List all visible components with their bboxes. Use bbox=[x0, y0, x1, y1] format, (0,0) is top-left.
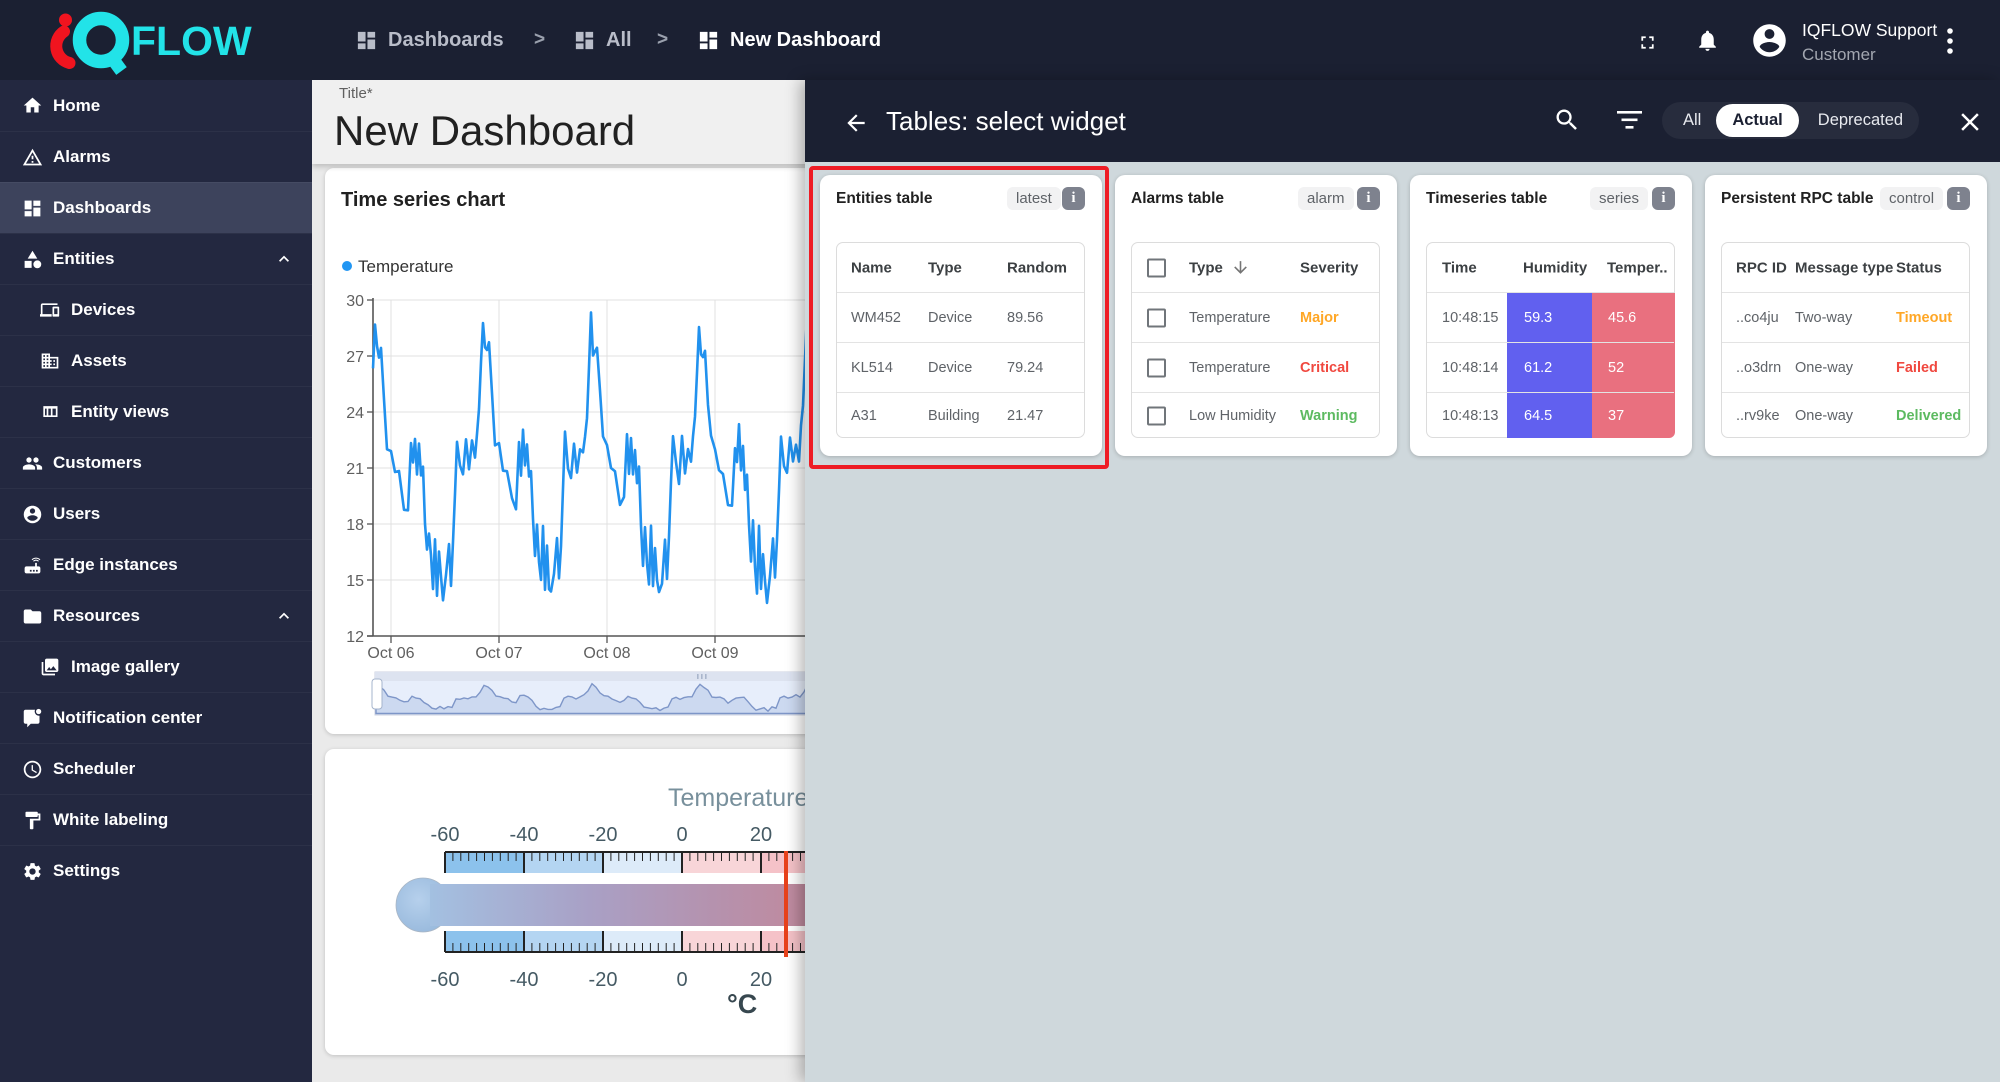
svg-text:Time series chart: Time series chart bbox=[341, 189, 506, 211]
svg-text:°C: °C bbox=[727, 989, 757, 1019]
svg-text:21: 21 bbox=[346, 461, 364, 478]
svg-text:-60: -60 bbox=[431, 824, 460, 846]
svg-text:20: 20 bbox=[750, 969, 772, 991]
svg-text:-60: -60 bbox=[431, 969, 460, 991]
svg-text:-40: -40 bbox=[510, 824, 539, 846]
svg-text:15: 15 bbox=[346, 573, 364, 590]
svg-text:FLOW: FLOW bbox=[131, 18, 252, 64]
svg-text:Temperature: Temperature bbox=[668, 784, 808, 812]
svg-text:18: 18 bbox=[346, 517, 364, 534]
svg-text:-40: -40 bbox=[510, 969, 539, 991]
svg-text:Temperature: Temperature bbox=[358, 257, 453, 276]
svg-text:Oct 07: Oct 07 bbox=[475, 645, 522, 662]
svg-text:20: 20 bbox=[750, 824, 772, 846]
svg-text:-20: -20 bbox=[589, 969, 618, 991]
svg-text:24: 24 bbox=[346, 405, 364, 422]
svg-text:0: 0 bbox=[676, 824, 687, 846]
svg-text:27: 27 bbox=[346, 349, 364, 366]
svg-text:30: 30 bbox=[346, 293, 364, 310]
svg-text:Oct 09: Oct 09 bbox=[691, 645, 738, 662]
svg-text:-20: -20 bbox=[589, 824, 618, 846]
svg-text:Oct 06: Oct 06 bbox=[367, 645, 414, 662]
svg-text:Oct 08: Oct 08 bbox=[583, 645, 630, 662]
svg-text:12: 12 bbox=[346, 629, 364, 646]
svg-text:0: 0 bbox=[676, 969, 687, 991]
